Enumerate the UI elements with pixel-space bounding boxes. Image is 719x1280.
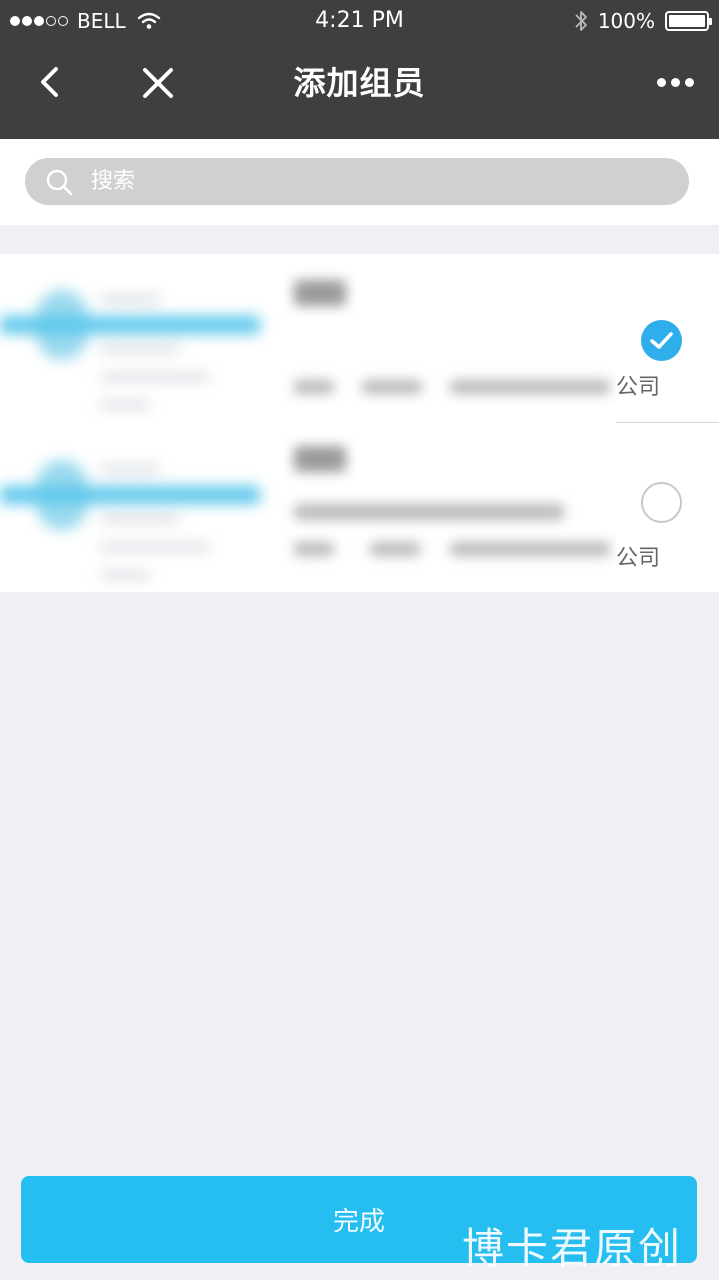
member-company: 公司 — [616, 546, 661, 571]
watermark: 博卡君原创 — [462, 1224, 683, 1273]
nav-bar: 添加组员 — [0, 42, 719, 139]
search-input[interactable] — [91, 158, 651, 205]
status-bar: BELL 4:21 PM 100% — [0, 0, 719, 42]
more-dots-icon[interactable] — [657, 78, 694, 87]
status-right: 100% — [574, 7, 712, 35]
member-list: 公司 公司 — [0, 254, 719, 592]
member-company: 公司 — [616, 375, 661, 400]
page-title: 添加组员 — [293, 64, 426, 102]
app-header: BELL 4:21 PM 100% 添加组员 — [0, 0, 719, 139]
blurred-member-card — [0, 254, 616, 422]
done-button-label: 完成 — [332, 1207, 385, 1237]
member-item[interactable]: 公司 — [0, 424, 719, 592]
blurred-member-card — [0, 424, 616, 592]
battery-icon — [665, 11, 712, 31]
row-divider — [616, 422, 719, 423]
search-icon — [46, 169, 73, 196]
battery-percent: 100% — [597, 9, 655, 33]
unselected-circle-icon[interactable] — [641, 482, 682, 523]
search-bar[interactable] — [25, 158, 689, 205]
member-item[interactable]: 公司 — [0, 254, 719, 423]
selected-check-icon[interactable] — [641, 320, 682, 361]
search-area — [0, 139, 719, 225]
bluetooth-icon — [575, 11, 587, 31]
